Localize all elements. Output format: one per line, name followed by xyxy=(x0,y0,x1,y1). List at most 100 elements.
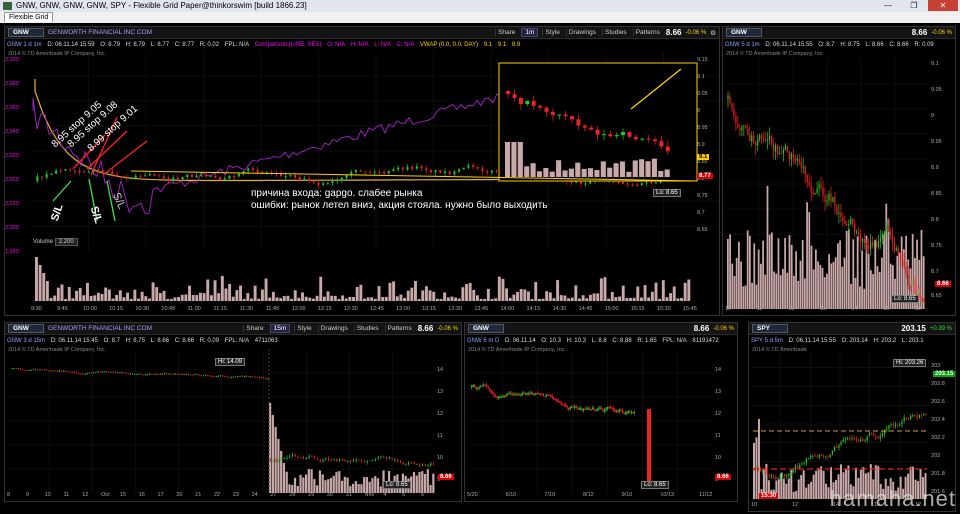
close-button[interactable]: ✕ xyxy=(928,0,958,11)
price-candle xyxy=(101,170,104,172)
volume-bar xyxy=(766,185,769,309)
share-button[interactable]: Share xyxy=(495,29,517,36)
bottom-mid-chart-panel[interactable]: GNW 8.66 -0.06 % GNW 6 m D D: 06.11.14 O… xyxy=(464,322,738,502)
inset-volume-bar xyxy=(505,142,511,177)
volume-bar xyxy=(614,297,618,301)
y-tick: 13 xyxy=(437,389,444,395)
volume-bar xyxy=(856,236,859,309)
share-button[interactable]: Share xyxy=(243,325,265,332)
price-candle xyxy=(905,417,907,419)
price-candle xyxy=(570,181,573,183)
volume-bar xyxy=(330,295,334,301)
price-candle xyxy=(786,475,788,477)
volume-bar xyxy=(812,269,815,309)
price-candle xyxy=(650,182,653,184)
volume-bar xyxy=(268,297,272,301)
price-candle xyxy=(233,176,236,178)
symbol-selector[interactable]: GNW xyxy=(8,28,44,37)
volume-bar xyxy=(45,281,49,301)
header-field: R: 0.02 xyxy=(199,42,220,48)
bottom-right-price-chart[interactable] xyxy=(751,349,929,499)
price-candle xyxy=(60,370,63,372)
symbol-selector[interactable]: GNW xyxy=(468,324,504,333)
price-candle xyxy=(741,126,743,131)
inset-volume-bar xyxy=(639,159,645,177)
symbol-selector[interactable]: SPY xyxy=(752,324,788,333)
price-candle xyxy=(415,166,418,169)
price-candle xyxy=(239,375,241,377)
header-field: FPL: N/A xyxy=(662,338,687,344)
header-field: H: 8.75 xyxy=(840,42,860,48)
style-button[interactable]: Style xyxy=(294,325,313,332)
price-candle xyxy=(855,439,857,441)
minimize-button[interactable]: — xyxy=(876,0,900,11)
high-label: Hi: 203.26 xyxy=(893,359,927,367)
price-candle xyxy=(364,171,367,173)
y-tick: 11 xyxy=(437,433,443,439)
drawings-button[interactable]: Drawings xyxy=(317,325,350,332)
gear-icon[interactable]: ⚙ xyxy=(710,29,716,37)
bottom-right-chart-panel[interactable]: SPY 203.15 +0.39 % SPY 5 d 5m D: 06.11.1… xyxy=(748,322,956,512)
studies-button[interactable]: Studies xyxy=(602,29,629,36)
bottom-left-price-chart[interactable] xyxy=(7,349,435,493)
bottom-left-chart-panel[interactable]: GNW GENWORTH FINANCIAL INC COM Share 15m… xyxy=(4,322,462,502)
price-candle xyxy=(873,434,875,436)
x-tick: 10:00 xyxy=(83,306,97,312)
volume-bar xyxy=(104,287,108,301)
timeframe-selector[interactable]: 15m xyxy=(269,324,291,333)
price-candle xyxy=(176,177,179,180)
x-tick: 10:15 xyxy=(109,306,123,312)
price-candle xyxy=(584,183,587,185)
price-candle xyxy=(630,412,632,414)
y-tick: 8.7 xyxy=(697,210,705,216)
price-candle xyxy=(881,433,884,436)
studies-button[interactable]: Studies xyxy=(353,325,381,332)
price-candle xyxy=(136,373,138,375)
main-volume-chart[interactable] xyxy=(31,249,697,301)
inset-volume-bar xyxy=(607,167,613,177)
patterns-button[interactable]: Patterns xyxy=(632,29,662,36)
price-candle xyxy=(838,212,840,214)
tab-bar: Flexible Grid xyxy=(0,12,960,23)
price-candle xyxy=(214,175,217,178)
style-button[interactable]: Style xyxy=(542,29,561,36)
price-candle xyxy=(475,386,477,389)
maximize-button[interactable]: ❐ xyxy=(902,0,926,11)
price-candle xyxy=(170,373,172,375)
symbol-selector[interactable]: GNW xyxy=(726,28,762,37)
timeframe-selector[interactable]: 1m xyxy=(521,28,539,37)
volume-bar xyxy=(792,491,795,499)
stop-arrow xyxy=(102,140,148,176)
volume-bar xyxy=(632,297,636,301)
price-candle xyxy=(615,410,618,412)
volume-bar xyxy=(779,275,782,309)
x-tick: 11 xyxy=(63,492,70,498)
volume-bar xyxy=(519,289,523,301)
right-top-chart-panel[interactable]: GNW 8.66 -0.06 % GNW 5 d 1m D: 06.11.14 … xyxy=(722,26,956,316)
price-candle xyxy=(892,424,894,426)
right-top-price-chart[interactable] xyxy=(725,59,929,309)
main-price-chart[interactable] xyxy=(31,51,720,251)
volume-bar xyxy=(760,263,762,309)
volume-bar xyxy=(830,263,833,309)
price-candle xyxy=(796,466,799,468)
price-candle xyxy=(578,408,580,410)
main-chart-panel[interactable]: GNW GENWORTH FINANCIAL INC COM Share 1m … xyxy=(4,26,720,316)
price-candle xyxy=(405,464,407,466)
volume-bar xyxy=(817,261,819,309)
price-candle xyxy=(434,170,437,173)
price-candle xyxy=(790,472,792,474)
tab-flexible-grid[interactable]: Flexible Grid xyxy=(4,12,54,22)
gap-candle xyxy=(647,409,651,489)
price-candle xyxy=(73,372,76,374)
symbol-selector[interactable]: GNW xyxy=(8,324,44,333)
price-candle xyxy=(294,454,296,457)
price-candle xyxy=(391,457,393,460)
patterns-button[interactable]: Patterns xyxy=(384,325,414,332)
bottom-mid-price-chart[interactable] xyxy=(467,349,713,493)
price-candle xyxy=(827,456,829,458)
price-candle xyxy=(560,402,562,405)
price-candle xyxy=(258,376,260,378)
volume-bar xyxy=(731,263,734,309)
drawings-button[interactable]: Drawings xyxy=(565,29,598,36)
